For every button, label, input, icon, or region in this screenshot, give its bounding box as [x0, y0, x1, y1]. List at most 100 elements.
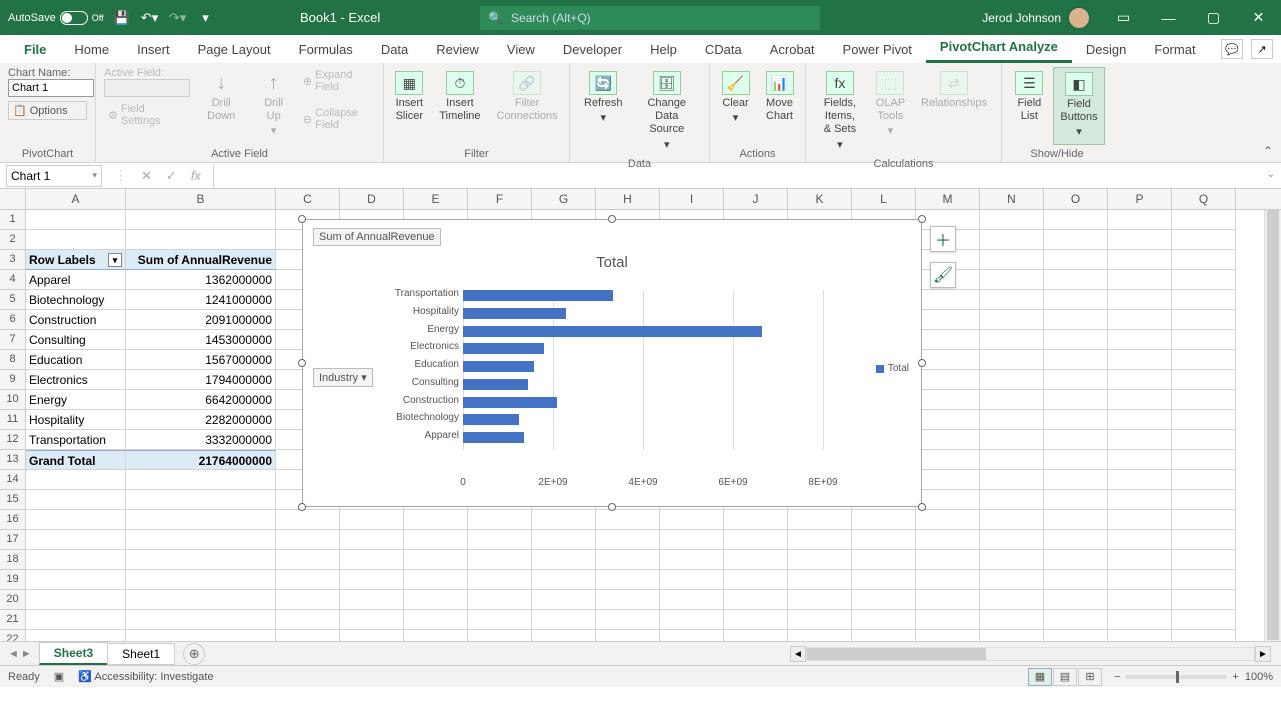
cell[interactable] [1044, 630, 1108, 641]
cell[interactable] [980, 330, 1044, 350]
cell[interactable] [788, 510, 852, 530]
cell[interactable] [1172, 270, 1236, 290]
row-header[interactable]: 14 [0, 470, 26, 490]
cell[interactable] [532, 610, 596, 630]
user-account[interactable]: Jerod Johnson [982, 6, 1101, 30]
cell[interactable] [852, 530, 916, 550]
plot-area[interactable]: 02E+094E+096E+098E+09TransportationHospi… [463, 290, 823, 470]
cell[interactable] [26, 550, 126, 570]
options-button[interactable]: 📋 Options [8, 101, 87, 120]
macro-record-icon[interactable]: ▣ [54, 670, 64, 683]
redo-icon[interactable]: ↷▾ [168, 8, 188, 28]
column-header[interactable]: E [404, 189, 468, 209]
cell[interactable] [468, 550, 532, 570]
row-header[interactable]: 8 [0, 350, 26, 370]
row-header[interactable]: 22 [0, 630, 26, 641]
cell[interactable] [1044, 570, 1108, 590]
row-header[interactable]: 3 [0, 250, 26, 270]
chart-elements-button[interactable]: ＋ [930, 226, 956, 252]
cell[interactable] [1044, 510, 1108, 530]
cell[interactable] [1108, 490, 1172, 510]
cell[interactable] [404, 610, 468, 630]
row-header[interactable]: 21 [0, 610, 26, 630]
cell[interactable] [1044, 430, 1108, 450]
page-layout-view-button[interactable]: ▤ [1053, 668, 1077, 686]
cell[interactable]: Construction [26, 310, 126, 330]
cell[interactable]: Row Labels▾ [26, 250, 126, 270]
cell[interactable] [596, 610, 660, 630]
cell[interactable] [660, 590, 724, 610]
cell[interactable] [404, 590, 468, 610]
sheet-tab-sheet3[interactable]: Sheet3 [39, 642, 108, 665]
column-header[interactable]: O [1044, 189, 1108, 209]
cell[interactable] [980, 510, 1044, 530]
tab-acrobat[interactable]: Acrobat [756, 36, 829, 63]
cell[interactable] [980, 490, 1044, 510]
cell[interactable] [916, 390, 980, 410]
filter-dropdown-icon[interactable]: ▾ [108, 253, 122, 267]
cell[interactable] [1044, 450, 1108, 470]
cell[interactable] [1044, 270, 1108, 290]
row-header[interactable]: 11 [0, 410, 26, 430]
tab-developer[interactable]: Developer [549, 36, 636, 63]
pivot-chart[interactable]: ＋ 🖌 Sum of AnnualRevenue Industry ▾ Tota… [302, 219, 922, 507]
zoom-in-button[interactable]: + [1232, 671, 1238, 683]
sheet-tab-sheet1[interactable]: Sheet1 [107, 643, 175, 665]
cell[interactable] [596, 570, 660, 590]
column-header[interactable]: K [788, 189, 852, 209]
cell[interactable] [724, 630, 788, 641]
cell[interactable] [1108, 630, 1172, 641]
row-header[interactable]: 18 [0, 550, 26, 570]
tab-file[interactable]: File [10, 36, 60, 63]
cell[interactable] [788, 610, 852, 630]
cell[interactable] [1108, 610, 1172, 630]
cell[interactable] [788, 550, 852, 570]
cell[interactable] [1044, 550, 1108, 570]
column-header[interactable]: G [532, 189, 596, 209]
search-box[interactable]: 🔍 Search (Alt+Q) [480, 6, 820, 30]
cell[interactable] [1044, 310, 1108, 330]
cell[interactable]: 1453000000 [126, 330, 276, 350]
cell[interactable] [596, 510, 660, 530]
cell[interactable] [276, 550, 340, 570]
cell[interactable] [1172, 550, 1236, 570]
new-sheet-button[interactable]: ⊕ [183, 643, 205, 665]
cell[interactable] [1108, 510, 1172, 530]
cell[interactable] [340, 550, 404, 570]
cell[interactable] [852, 610, 916, 630]
cell[interactable] [404, 570, 468, 590]
cell[interactable] [660, 610, 724, 630]
cell[interactable] [532, 510, 596, 530]
cell[interactable] [1044, 250, 1108, 270]
cell[interactable] [1108, 410, 1172, 430]
cell[interactable] [852, 510, 916, 530]
cell[interactable] [26, 530, 126, 550]
cell[interactable] [980, 290, 1044, 310]
cell[interactable] [26, 230, 126, 250]
normal-view-button[interactable]: ▦ [1028, 668, 1052, 686]
qat-more-icon[interactable]: ▾ [196, 8, 216, 28]
cell[interactable] [1108, 270, 1172, 290]
tab-format[interactable]: Format [1140, 36, 1209, 63]
cell[interactable] [1108, 470, 1172, 490]
chart-bar[interactable] [463, 397, 557, 408]
cell[interactable] [980, 430, 1044, 450]
cell[interactable] [126, 630, 276, 641]
column-header[interactable]: J [724, 189, 788, 209]
cell[interactable] [980, 550, 1044, 570]
cell[interactable] [916, 450, 980, 470]
save-icon[interactable]: 💾 [112, 8, 132, 28]
cell[interactable]: 1567000000 [126, 350, 276, 370]
cell[interactable] [26, 510, 126, 530]
cell[interactable] [596, 550, 660, 570]
cell[interactable] [980, 530, 1044, 550]
cell[interactable]: Biotechnology [26, 290, 126, 310]
cell[interactable] [916, 370, 980, 390]
cell[interactable] [1044, 390, 1108, 410]
cell[interactable] [1172, 610, 1236, 630]
chart-bar[interactable] [463, 414, 519, 425]
cell[interactable] [126, 530, 276, 550]
cell[interactable] [532, 530, 596, 550]
chart-bar[interactable] [463, 379, 528, 390]
cell[interactable] [916, 350, 980, 370]
